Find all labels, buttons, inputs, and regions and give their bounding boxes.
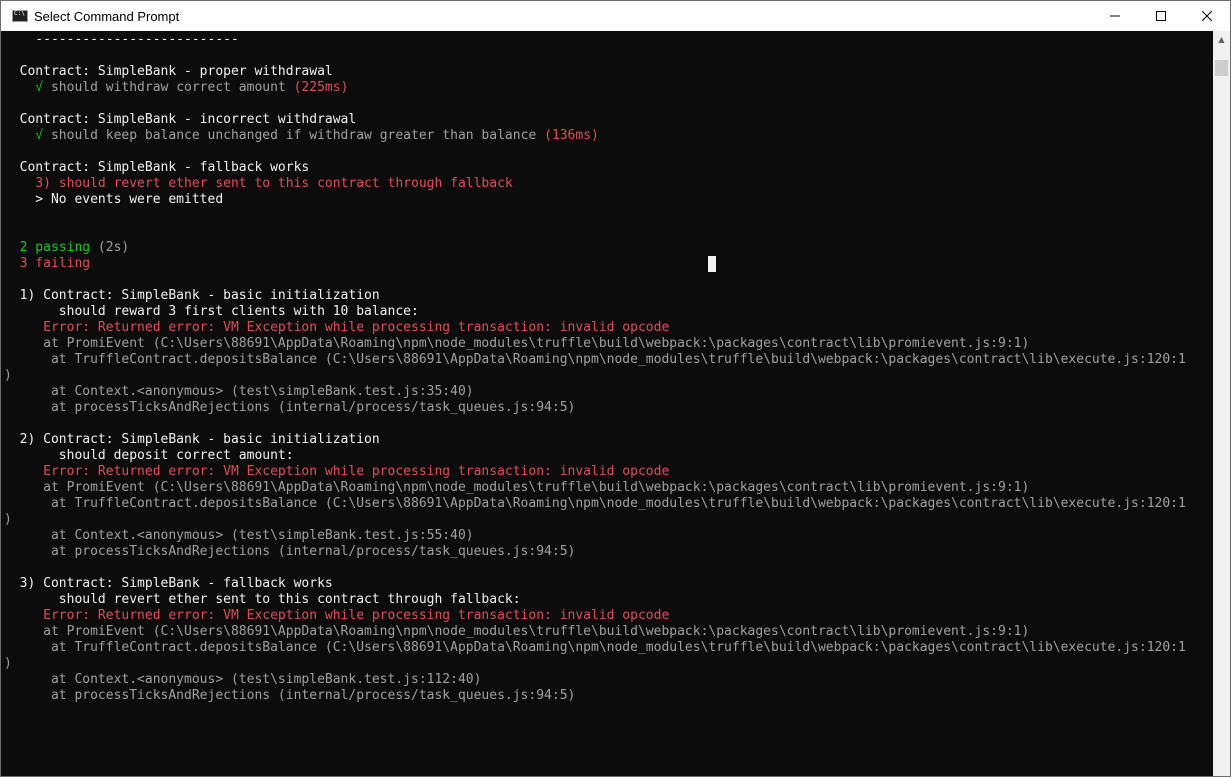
console-text-segment: Error: Returned error: VM Exception whil… [4, 320, 670, 335]
console-text-segment: ) [4, 512, 12, 527]
console-line: should deposit correct amount: [4, 448, 294, 464]
console-line: 3) should revert ether sent to this cont… [4, 176, 513, 192]
console-text-segment: > No events were emitted [4, 192, 224, 207]
console-text-segment: at PromiEvent (C:\Users\88691\AppData\Ro… [4, 480, 1030, 495]
scroll-thumb[interactable] [1215, 60, 1228, 76]
console-text-segment: Contract: SimpleBank - incorrect withdra… [4, 112, 357, 127]
console-text-segment: at processTicksAndRejections (internal/p… [4, 544, 576, 559]
console-line: at TruffleContract.depositsBalance (C:\U… [4, 496, 1186, 512]
console-line: at processTicksAndRejections (internal/p… [4, 688, 575, 704]
console-line: at PromiEvent (C:\Users\88691\AppData\Ro… [4, 336, 1029, 352]
console-line: Contract: SimpleBank - fallback works [4, 160, 310, 176]
console-line: at TruffleContract.depositsBalance (C:\U… [4, 352, 1186, 368]
console-text-segment: at PromiEvent (C:\Users\88691\AppData\Ro… [4, 336, 1030, 351]
console-line: Error: Returned error: VM Exception whil… [4, 608, 669, 624]
cmd-icon[interactable] [12, 10, 28, 22]
window-title: Select Command Prompt [34, 8, 180, 24]
console-text-segment: (136ms) [544, 128, 599, 143]
console-text-segment: at TruffleContract.depositsBalance (C:\U… [4, 496, 1186, 511]
console-text-segment: √ [4, 128, 51, 143]
console-line: 3 failing [4, 256, 90, 272]
console-line: ) [4, 368, 12, 384]
console-text-segment: at processTicksAndRejections (internal/p… [4, 688, 576, 703]
console-line: 3) Contract: SimpleBank - fallback works [4, 576, 333, 592]
console-text-segment: at processTicksAndRejections (internal/p… [4, 400, 576, 415]
console-line: Contract: SimpleBank - proper withdrawal [4, 64, 333, 80]
console-text-segment: should deposit correct amount: [4, 448, 294, 463]
console-line: 2 passing (2s) [4, 240, 130, 256]
maximize-icon [1156, 11, 1166, 21]
console-text-segment: 2) Contract: SimpleBank - basic initiali… [4, 432, 380, 447]
console-line: Contract: SimpleBank - incorrect withdra… [4, 112, 357, 128]
console-line: should reward 3 first clients with 10 ba… [4, 304, 419, 320]
close-icon [1202, 11, 1212, 21]
console-line: √ should withdraw correct amount (225ms) [4, 80, 348, 96]
console-line: 2) Contract: SimpleBank - basic initiali… [4, 432, 380, 448]
console-text-segment: should revert ether sent to this contrac… [4, 592, 521, 607]
console-text-segment: at Context.<anonymous> (test\simpleBank.… [4, 384, 474, 399]
console-text-segment: at Context.<anonymous> (test\simpleBank.… [4, 528, 474, 543]
console-text-segment: Error: Returned error: VM Exception whil… [4, 464, 670, 479]
console-text-segment: Contract: SimpleBank - proper withdrawal [4, 64, 333, 79]
vertical-scrollbar[interactable]: ▲ [1213, 31, 1230, 776]
console-text-segment: 3 failing [4, 256, 91, 271]
console-line: should revert ether sent to this contrac… [4, 592, 521, 608]
console-text-segment: 2 passing [4, 240, 98, 255]
window-controls [1092, 1, 1230, 31]
minimize-button[interactable] [1092, 1, 1138, 31]
console-line: ) [4, 656, 12, 672]
console-text-segment: ) [4, 368, 12, 383]
console-line: at Context.<anonymous> (test\simpleBank.… [4, 528, 474, 544]
scroll-up-arrow-icon[interactable]: ▲ [1213, 31, 1230, 48]
console-text-segment: 3) should revert ether sent to this cont… [4, 176, 513, 191]
console-line: ) [4, 512, 12, 528]
console-line: at PromiEvent (C:\Users\88691\AppData\Ro… [4, 480, 1029, 496]
title-bar[interactable]: Select Command Prompt [1, 1, 1230, 31]
console-line: at TruffleContract.depositsBalance (C:\U… [4, 640, 1186, 656]
console-line: 1) Contract: SimpleBank - basic initiali… [4, 288, 380, 304]
console-text-segment: Contract: SimpleBank - fallback works [4, 160, 310, 175]
console-text-segment: (225ms) [293, 80, 349, 95]
command-prompt-window: Select Command Prompt ------------------… [0, 0, 1231, 777]
console-text-segment: ) [4, 656, 12, 671]
console-output[interactable]: -------------------------- Contract: Sim… [1, 31, 1213, 776]
console-text-segment: at Context.<anonymous> (test\simpleBank.… [4, 672, 482, 687]
console-text-segment: 1) Contract: SimpleBank - basic initiali… [4, 288, 380, 303]
close-button[interactable] [1184, 1, 1230, 31]
console-line: at processTicksAndRejections (internal/p… [4, 400, 575, 416]
console-text-segment: -------------------------- [4, 32, 239, 47]
console-line: -------------------------- [4, 32, 239, 48]
console-text-segment: should keep balance unchanged if withdra… [50, 128, 545, 143]
console-text-segment: √ [4, 80, 51, 95]
console-line: √ should keep balance unchanged if withd… [4, 128, 599, 144]
maximize-button[interactable] [1138, 1, 1184, 31]
console-line: Error: Returned error: VM Exception whil… [4, 320, 669, 336]
console-line: > No events were emitted [4, 192, 223, 208]
console-text-segment: Error: Returned error: VM Exception whil… [4, 608, 670, 623]
console-text-segment: should withdraw correct amount [50, 80, 294, 95]
console-text-segment: at TruffleContract.depositsBalance (C:\U… [4, 640, 1186, 655]
console-line: at processTicksAndRejections (internal/p… [4, 544, 575, 560]
minimize-icon [1110, 15, 1120, 17]
console-text-segment: at PromiEvent (C:\Users\88691\AppData\Ro… [4, 624, 1030, 639]
console-line: at Context.<anonymous> (test\simpleBank.… [4, 384, 474, 400]
console-text-segment: should reward 3 first clients with 10 ba… [4, 304, 419, 319]
console-line: at Context.<anonymous> (test\simpleBank.… [4, 672, 481, 688]
console-text-segment: 3) Contract: SimpleBank - fallback works [4, 576, 333, 591]
text-cursor [708, 256, 716, 272]
console-line: at PromiEvent (C:\Users\88691\AppData\Ro… [4, 624, 1029, 640]
console-text-segment: at TruffleContract.depositsBalance (C:\U… [4, 352, 1186, 367]
console-line: Error: Returned error: VM Exception whil… [4, 464, 669, 480]
console-text-segment: (2s) [97, 240, 130, 255]
